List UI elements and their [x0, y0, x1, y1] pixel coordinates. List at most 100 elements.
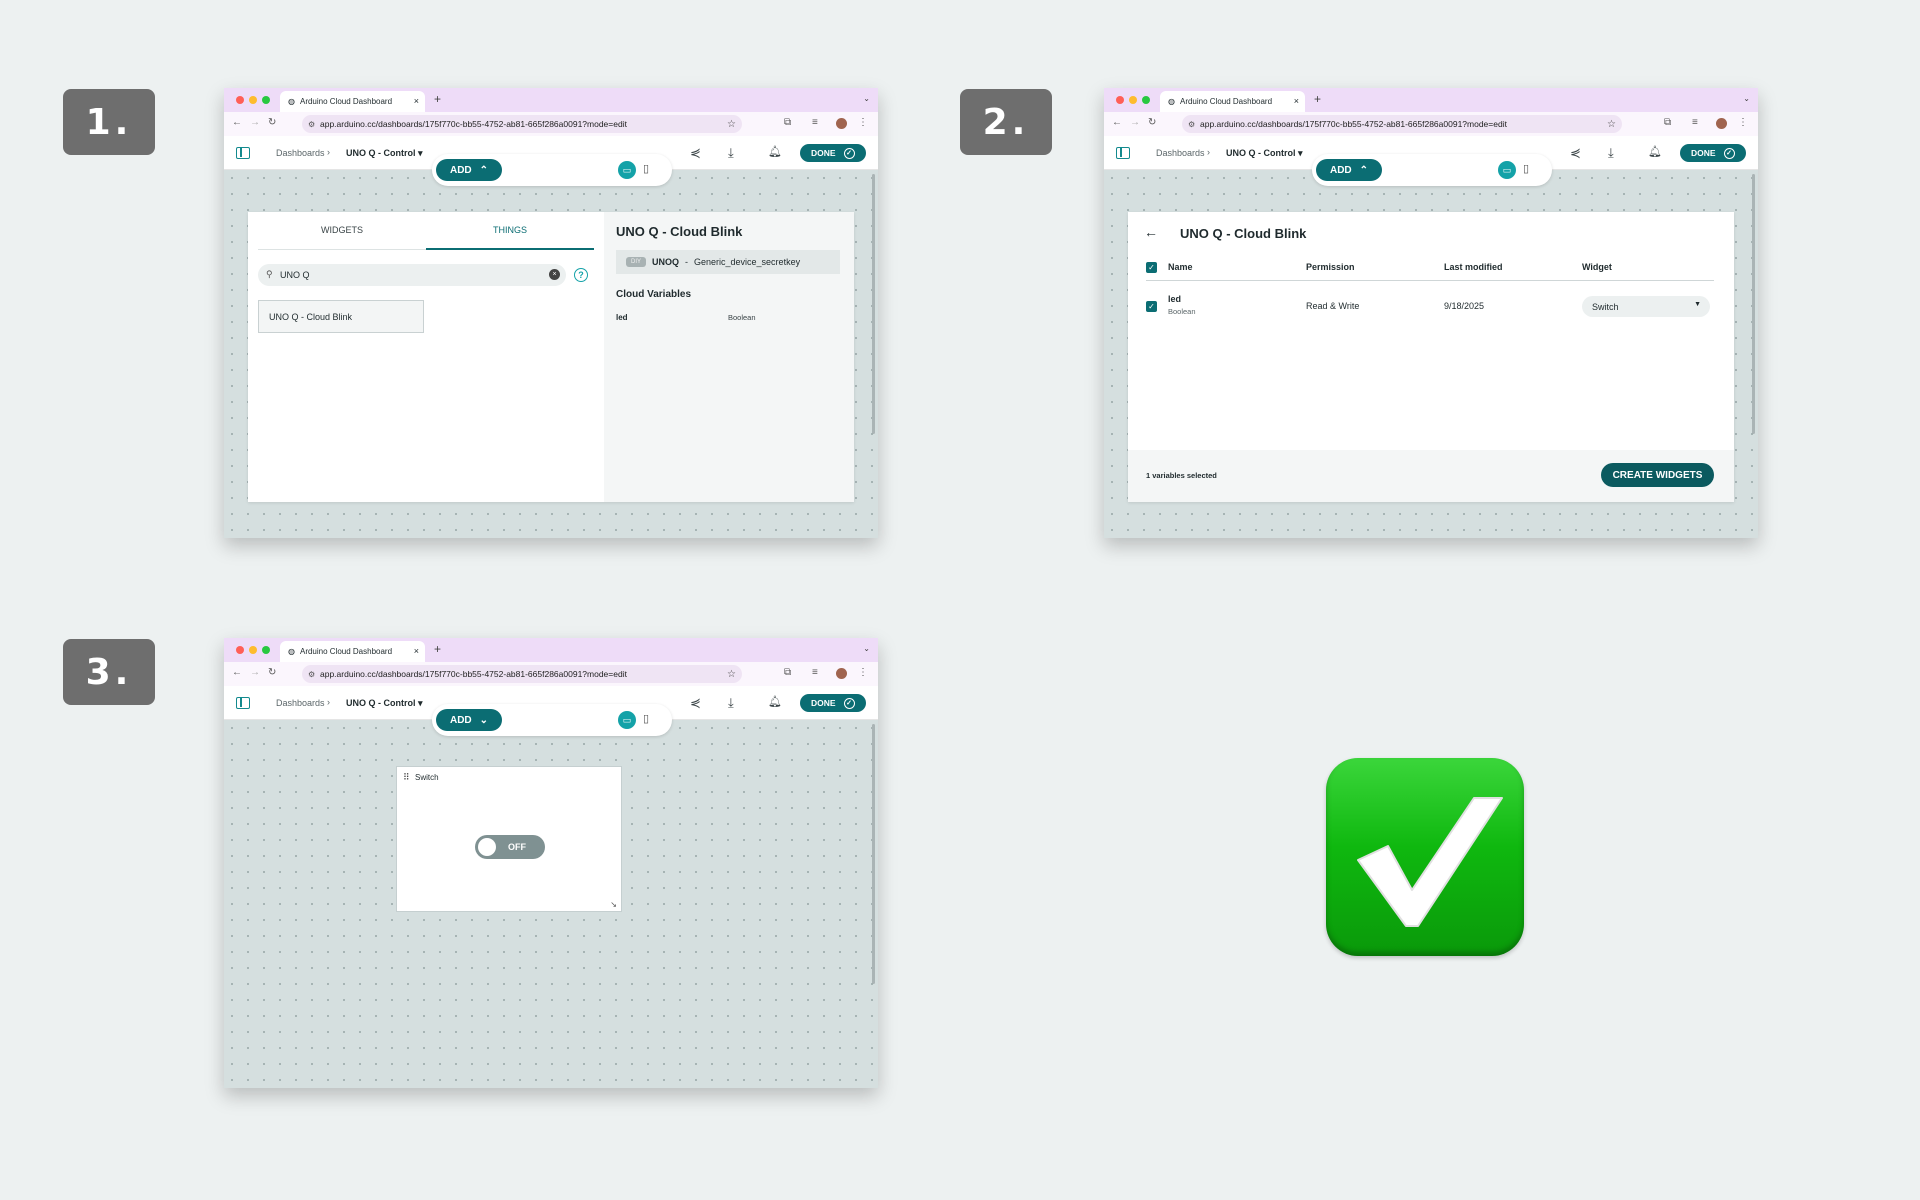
download-icon[interactable]: ⤓ — [728, 695, 734, 711]
browser-menu-icon[interactable]: ⋮ — [858, 117, 868, 128]
mobile-view-icon[interactable]: ▯ — [1523, 162, 1529, 175]
breadcrumb-current[interactable]: UNO Q - Control ▾ — [346, 148, 423, 159]
browser-tab[interactable]: ◍ Arduino Cloud Dashboard × — [280, 91, 425, 112]
bookmark-star-icon[interactable]: ☆ — [727, 669, 736, 680]
scrollbar[interactable] — [872, 724, 875, 984]
desktop-view-icon[interactable]: ▭ — [618, 161, 636, 179]
share-icon[interactable]: ⋞ — [690, 145, 701, 161]
profile-avatar[interactable] — [1716, 118, 1727, 129]
site-info-icon[interactable]: ⚙ — [308, 670, 315, 679]
widget-type-select[interactable]: Switch ▼ — [1582, 296, 1710, 317]
sidebar-toggle-icon[interactable] — [236, 697, 250, 709]
close-window-dot[interactable] — [1116, 96, 1124, 104]
thing-result-item[interactable]: UNO Q - Cloud Blink — [258, 300, 424, 333]
share-icon[interactable]: ⋞ — [690, 695, 701, 711]
forward-icon[interactable]: → — [250, 117, 260, 128]
bell-icon[interactable]: 🔔︎ — [768, 145, 782, 158]
media-icon[interactable]: ≡ — [1692, 117, 1698, 128]
done-button[interactable]: DONE ✓ — [800, 144, 866, 162]
minimize-window-dot[interactable] — [249, 646, 257, 654]
extensions-icon[interactable]: ⧉ — [784, 667, 791, 678]
minimize-window-dot[interactable] — [249, 96, 257, 104]
media-icon[interactable]: ≡ — [812, 667, 818, 678]
extensions-icon[interactable]: ⧉ — [784, 117, 791, 128]
browser-tab[interactable]: ◍ Arduino Cloud Dashboard × — [280, 641, 425, 662]
mobile-view-icon[interactable]: ▯ — [643, 712, 649, 725]
profile-avatar[interactable] — [836, 668, 847, 679]
scrollbar[interactable] — [1752, 174, 1755, 434]
browser-menu-icon[interactable]: ⋮ — [858, 667, 868, 678]
row-checkbox[interactable]: ✓ — [1146, 301, 1157, 312]
breadcrumb-current[interactable]: UNO Q - Control ▾ — [1226, 148, 1303, 159]
browser-tab[interactable]: ◍ Arduino Cloud Dashboard × — [1160, 91, 1305, 112]
desktop-view-icon[interactable]: ▭ — [618, 711, 636, 729]
sidebar-toggle-icon[interactable] — [1116, 147, 1130, 159]
extensions-icon[interactable]: ⧉ — [1664, 117, 1671, 128]
back-icon[interactable]: ← — [1112, 117, 1122, 128]
sidebar-toggle-icon[interactable] — [236, 147, 250, 159]
reload-icon[interactable]: ↻ — [268, 667, 276, 678]
new-tab-button[interactable]: + — [1314, 92, 1321, 106]
help-icon[interactable]: ? — [574, 268, 588, 282]
site-info-icon[interactable]: ⚙ — [308, 120, 315, 129]
browser-menu-icon[interactable]: ⋮ — [1738, 117, 1748, 128]
add-button[interactable]: ADD ⌄ — [436, 709, 502, 731]
forward-icon[interactable]: → — [250, 667, 260, 678]
tab-menu-icon[interactable]: ⌄ — [863, 644, 870, 653]
new-tab-button[interactable]: + — [434, 92, 441, 106]
tab-menu-icon[interactable]: ⌄ — [863, 94, 870, 103]
bookmark-star-icon[interactable]: ☆ — [727, 119, 736, 130]
select-all-checkbox[interactable]: ✓ — [1146, 262, 1157, 273]
site-info-icon[interactable]: ⚙ — [1188, 120, 1195, 129]
download-icon[interactable]: ⤓ — [1608, 145, 1614, 161]
drag-handle-icon[interactable]: ⠿ — [403, 772, 410, 783]
url-field[interactable]: ⚙ app.arduino.cc/dashboards/175f770c-bb5… — [302, 665, 742, 683]
mobile-view-icon[interactable]: ▯ — [643, 162, 649, 175]
url-field[interactable]: ⚙ app.arduino.cc/dashboards/175f770c-bb5… — [302, 115, 742, 133]
download-icon[interactable]: ⤓ — [728, 145, 734, 161]
bell-icon[interactable]: 🔔︎ — [1648, 145, 1662, 158]
reload-icon[interactable]: ↻ — [268, 117, 276, 128]
bell-icon[interactable]: 🔔︎ — [768, 695, 782, 708]
back-icon[interactable]: ← — [232, 117, 242, 128]
done-button[interactable]: DONE ✓ — [800, 694, 866, 712]
tab-menu-icon[interactable]: ⌄ — [1743, 94, 1750, 103]
back-arrow-icon[interactable]: ← — [1144, 224, 1158, 240]
maximize-window-dot[interactable] — [1142, 96, 1150, 104]
breadcrumb-dashboards[interactable]: Dashboards — [276, 148, 325, 158]
forward-icon[interactable]: → — [1130, 117, 1140, 128]
add-button[interactable]: ADD ⌃ — [436, 159, 502, 181]
create-widgets-button[interactable]: CREATE WIDGETS — [1601, 463, 1714, 487]
switch-widget[interactable]: ⠿ Switch OFF ↘ — [396, 766, 622, 912]
tab-close-icon[interactable]: × — [1294, 96, 1299, 106]
maximize-window-dot[interactable] — [262, 96, 270, 104]
desktop-view-icon[interactable]: ▭ — [1498, 161, 1516, 179]
back-icon[interactable]: ← — [232, 667, 242, 678]
tab-close-icon[interactable]: × — [414, 96, 419, 106]
breadcrumb-current[interactable]: UNO Q - Control ▾ — [346, 698, 423, 709]
tab-things[interactable]: THINGS — [426, 225, 594, 235]
profile-avatar[interactable] — [836, 118, 847, 129]
browser-window-step-1: ◍ Arduino Cloud Dashboard × + ⌄ ← → ↻ ⚙ … — [224, 88, 878, 538]
share-icon[interactable]: ⋞ — [1570, 145, 1581, 161]
maximize-window-dot[interactable] — [262, 646, 270, 654]
media-icon[interactable]: ≡ — [812, 117, 818, 128]
scrollbar[interactable] — [872, 174, 875, 434]
clear-search-icon[interactable]: × — [549, 269, 560, 280]
minimize-window-dot[interactable] — [1129, 96, 1137, 104]
reload-icon[interactable]: ↻ — [1148, 117, 1156, 128]
new-tab-button[interactable]: + — [434, 642, 441, 656]
url-field[interactable]: ⚙ app.arduino.cc/dashboards/175f770c-bb5… — [1182, 115, 1622, 133]
things-search-input[interactable]: ⚲ UNO Q × — [258, 264, 566, 286]
close-window-dot[interactable] — [236, 96, 244, 104]
add-button[interactable]: ADD ⌃ — [1316, 159, 1382, 181]
done-button[interactable]: DONE ✓ — [1680, 144, 1746, 162]
tab-widgets[interactable]: WIDGETS — [258, 225, 426, 235]
breadcrumb-dashboards[interactable]: Dashboards — [1156, 148, 1205, 158]
tab-close-icon[interactable]: × — [414, 646, 419, 656]
close-window-dot[interactable] — [236, 646, 244, 654]
bookmark-star-icon[interactable]: ☆ — [1607, 119, 1616, 130]
resize-handle-icon[interactable]: ↘ — [610, 900, 617, 909]
breadcrumb-dashboards[interactable]: Dashboards — [276, 698, 325, 708]
switch-toggle[interactable]: OFF — [475, 835, 545, 859]
